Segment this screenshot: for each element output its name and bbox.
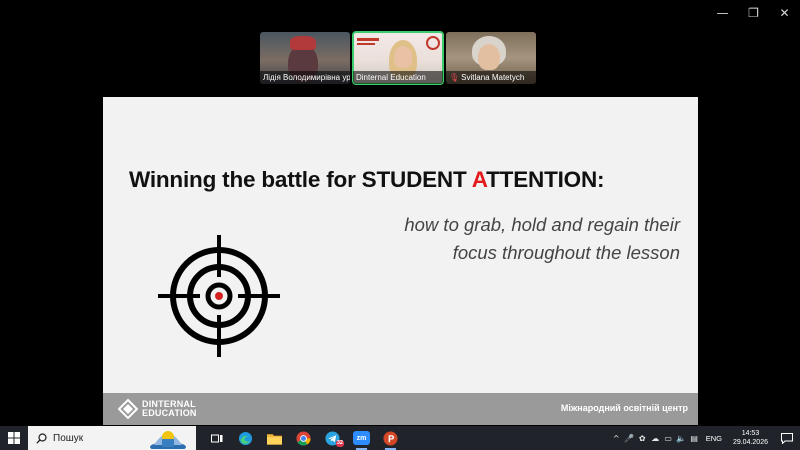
slide-subtitle-line: focus throughout the lesson [452,242,680,263]
slide-footer-caption: Міжнародний освітній центр [560,403,688,413]
telegram-button[interactable]: 32 [318,426,347,450]
tray-app-icon[interactable]: ✿ [636,426,649,450]
file-explorer-button[interactable] [260,426,289,450]
search-icon [36,432,47,444]
notification-icon [781,432,793,444]
chrome-icon [296,430,311,446]
zoom-icon: zm [353,431,370,445]
slide-footer: DINTERNAL EDUCATION Міжнародний освітній… [103,393,698,425]
edge-icon [238,431,253,445]
cloud-icon[interactable]: ☁ [649,426,662,450]
slide-title-part: TTENTION: [486,167,605,192]
taskbar-apps: 32 zm [202,426,405,450]
task-view-button[interactable] [202,426,231,450]
window-controls: — ❐ ✕ [707,0,800,26]
presentation-app-button[interactable] [376,426,405,450]
clock-time: 14:53 [741,430,760,437]
participant-tile-active-speaker[interactable]: Dinternal Education [352,31,444,85]
windows-taskbar: Пошук 32 zm ^ 🎤 ✿ ☁ ▭ 🔈 ▤ ENG 14:53 29.0… [0,426,800,450]
microphone-icon[interactable]: 🎤 [623,426,636,450]
start-button[interactable] [0,426,28,450]
taskbar-search-box[interactable]: Пошук [28,426,196,450]
notification-center-button[interactable] [774,426,800,450]
chrome-button[interactable] [289,426,318,450]
display-icon[interactable]: ▭ [662,426,675,450]
slide-subtitle-line: how to grab, hold and regain their [404,214,680,235]
participant-tile[interactable]: 🎙 Svitlana Matetych [446,32,536,84]
banner-decoration [357,43,375,45]
logo-text-line: EDUCATION [142,408,197,418]
participant-video-face [478,44,500,70]
presentation-icon [383,430,398,446]
unread-count-badge: 32 [335,440,344,447]
network-icon[interactable]: ▤ [688,426,701,450]
slide-title: Winning the battle for STUDENT ATTENTION… [129,167,605,193]
show-hidden-icons-chevron-icon[interactable]: ^ [610,426,623,450]
zoom-button[interactable]: zm [347,426,376,450]
speaker-icon[interactable]: 🔈 [675,426,688,450]
participant-video-face [394,46,412,68]
mic-muted-icon: 🎙 [449,73,460,82]
input-language-indicator[interactable]: ENG [701,434,727,443]
target-crosshair-icon [158,235,280,357]
participant-strip: Лідія Володимирівна ур... Dinternal Educ… [260,31,536,85]
clock-date: 29.04.2026 [732,439,768,446]
participant-tile[interactable]: Лідія Володимирівна ур... [260,32,350,84]
windows-logo-icon [8,432,20,444]
shared-slide: Winning the battle for STUDENT ATTENTION… [103,97,698,425]
close-button[interactable]: ✕ [769,0,800,26]
participant-video-hat [290,36,316,50]
participant-name: Svitlana Matetych [461,73,525,82]
task-view-icon [210,434,222,442]
dinternal-logo: DINTERNAL EDUCATION [118,399,197,419]
zoom-icon-label: zm [356,434,367,442]
restore-button[interactable]: ❐ [738,0,769,26]
participant-name: Dinternal Education [356,73,426,82]
minimize-button[interactable]: — [707,0,738,26]
file-explorer-icon [267,433,282,445]
system-tray: ^ 🎤 ✿ ☁ ▭ 🔈 ▤ ENG 14:53 29.04.2026 [610,426,800,450]
taskbar-clock[interactable]: 14:53 29.04.2026 [727,429,774,447]
participant-name-label: 🎙 Svitlana Matetych [446,71,536,84]
slide-title-accent-letter: A [471,167,487,192]
banner-decoration [357,38,379,41]
search-highlight-illustration-icon [150,431,186,449]
screen: — ❐ ✕ Лідія Володимирівна ур... Dinterna… [0,0,800,450]
participant-name-label: Лідія Володимирівна ур... [260,71,350,84]
slide-title-part: Winning the battle for STUDENT [129,167,472,192]
logo-decoration [426,36,440,50]
participant-name-label: Dinternal Education [353,71,443,84]
edge-button[interactable] [231,426,260,450]
participant-name: Лідія Володимирівна ур... [263,73,350,82]
search-placeholder: Пошук [53,432,84,444]
slide-subtitle: how to grab, hold and regain their focus… [404,211,680,267]
dinternal-logo-icon [118,399,138,419]
